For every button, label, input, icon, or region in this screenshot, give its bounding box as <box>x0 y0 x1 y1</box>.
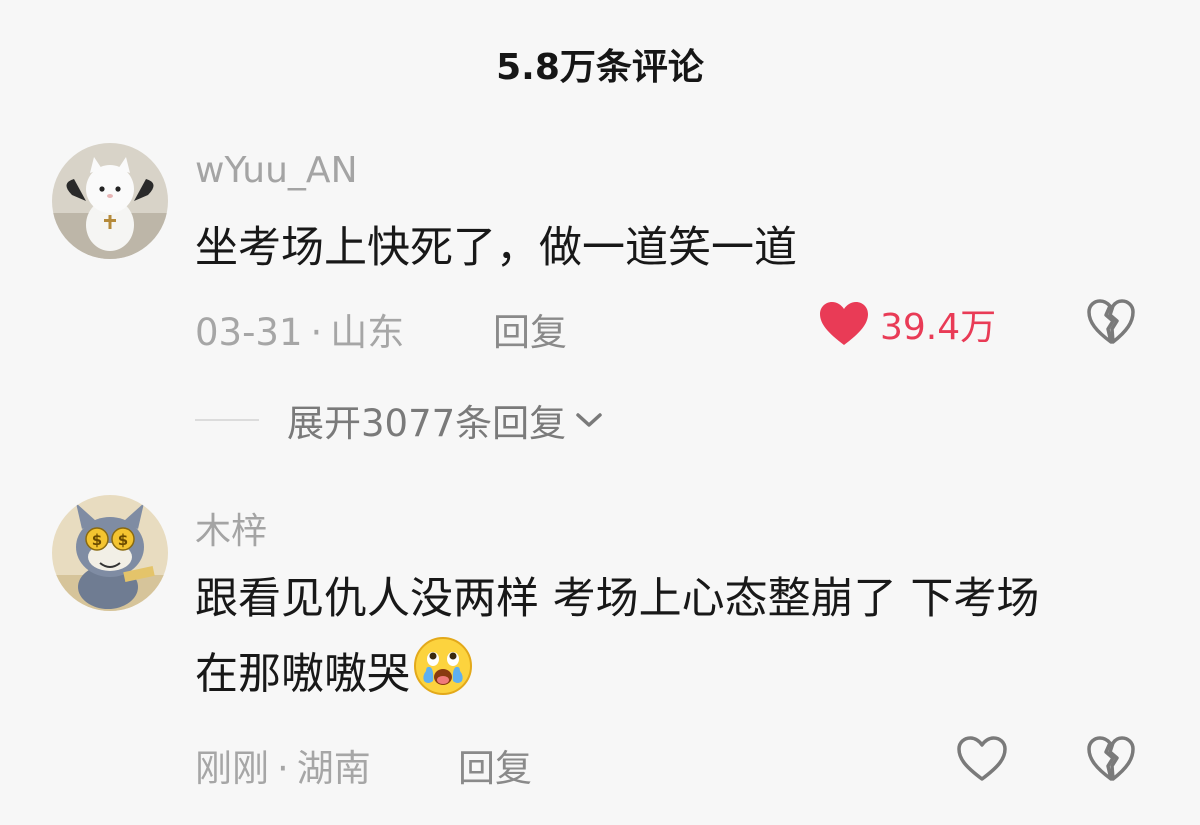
broken-heart-icon <box>1087 736 1135 781</box>
dislike-button[interactable] <box>1086 735 1136 787</box>
comment-meta: 刚刚 · 湖南 <box>195 738 371 792</box>
chevron-down-icon <box>576 413 602 427</box>
comment-text-line: 跟看见仇人没两样 考场上心态整崩了 下考场 <box>195 574 1040 624</box>
svg-text:$: $ <box>92 531 102 549</box>
meta-separator: · <box>277 747 289 790</box>
comment-location: 山东 <box>330 311 405 354</box>
meta-separator: · <box>310 311 323 354</box>
comment-text-line-with-emoji: 在那嗷嗷哭 <box>195 635 1155 719</box>
expand-replies-button[interactable]: 展开3077条回复 <box>195 393 604 447</box>
dislike-button[interactable] <box>1086 298 1136 350</box>
comment-date: 刚刚 <box>195 747 269 790</box>
heart-filled-icon <box>820 302 868 345</box>
avatar[interactable]: $ $ <box>52 495 168 611</box>
comment-username[interactable]: wYuu_AN <box>195 150 358 191</box>
like-count: 39.4万 <box>880 307 997 348</box>
reply-button[interactable]: 回复 <box>493 302 567 356</box>
comment-username[interactable]: 木梓 <box>195 502 267 554</box>
comment-location: 湖南 <box>296 747 371 790</box>
comment-text: 跟看见仇人没两样 考场上心态整崩了 下考场 在那嗷嗷哭 <box>195 563 1155 719</box>
like-button[interactable] <box>956 735 1008 783</box>
svg-text:$: $ <box>118 531 128 549</box>
expand-replies-label: 展开3077条回复 <box>287 402 567 445</box>
comment-date: 03-31 <box>195 311 303 354</box>
divider-line <box>195 419 259 421</box>
reply-button[interactable]: 回复 <box>458 738 532 792</box>
comments-title: 5.8万条评论 <box>496 47 704 88</box>
comment-text-line: 在那嗷嗷哭 <box>195 649 410 700</box>
crying-laughing-emoji-icon <box>412 635 474 719</box>
avatar[interactable] <box>52 143 168 259</box>
heart-outline-icon <box>957 736 1007 781</box>
comment-text: 坐考场上快死了，做一道笑一道 <box>195 223 797 273</box>
like-button[interactable]: 39.4万 <box>818 298 996 350</box>
broken-heart-icon <box>1087 299 1135 344</box>
comment-meta: 03-31 · 山东 <box>195 302 404 356</box>
